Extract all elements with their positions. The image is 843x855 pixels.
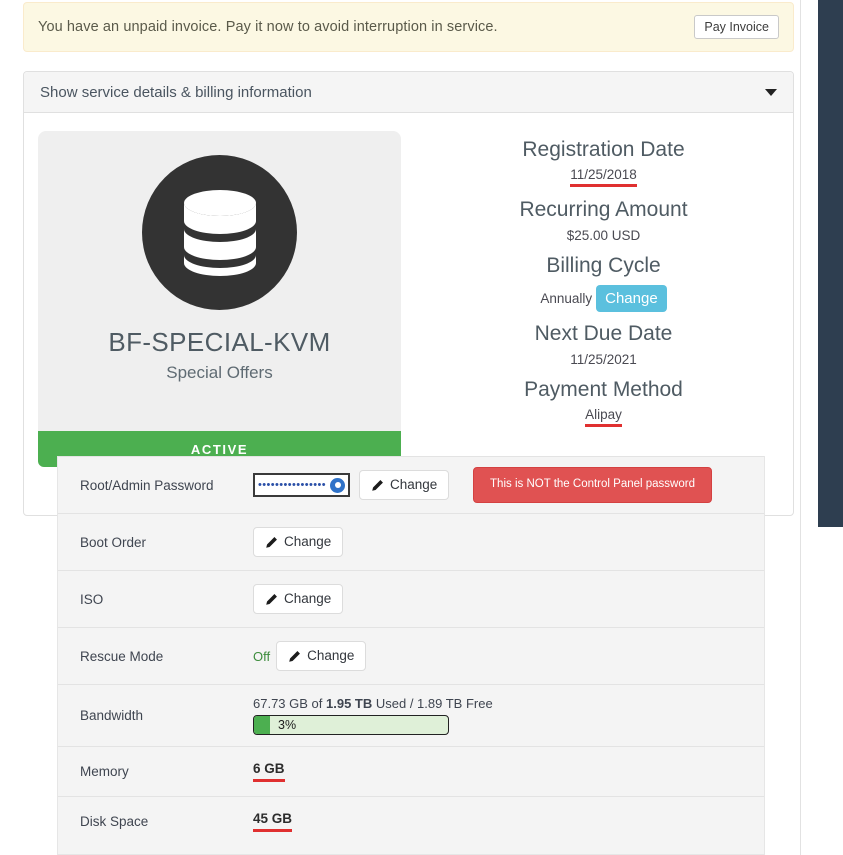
row-label-memory: Memory	[80, 764, 129, 779]
row-label-rescue-mode: Rescue Mode	[80, 648, 164, 664]
row-label-boot-order: Boot Order	[80, 534, 147, 550]
row-control-rescue-mode: Off Change	[253, 641, 742, 671]
row-label-disk-space: Disk Space	[80, 814, 149, 829]
change-iso-label: Change	[284, 591, 332, 607]
password-field[interactable]: ••••••••••••••••	[253, 473, 350, 497]
pencil-icon	[372, 479, 383, 491]
bandwidth-used: 67.73 GB of	[253, 696, 326, 711]
database-icon	[142, 155, 297, 310]
right-sidebar-rail	[818, 0, 843, 527]
bandwidth-free: Used / 1.89 TB Free	[372, 696, 493, 711]
row-control-disk-space: 45 GB	[253, 811, 742, 832]
row-label-root-password: Root/Admin Password	[80, 477, 214, 493]
registration-date-value: 11/25/2018	[570, 167, 637, 188]
row-control-iso: Change	[253, 584, 742, 614]
disk-space-value: 45 GB	[253, 811, 293, 832]
panel-header-title: Show service details & billing informati…	[40, 83, 312, 101]
password-masked-value: ••••••••••••••••	[258, 479, 327, 491]
change-root-password-label: Change	[390, 477, 438, 493]
service-details-panel: Show service details & billing informati…	[23, 71, 794, 516]
change-rescue-mode-button[interactable]: Change	[276, 641, 367, 671]
bandwidth-progress-fill	[254, 716, 270, 734]
billing-info-column: Registration Date 11/25/2018 Recurring A…	[428, 131, 779, 467]
control-panel-password-warning[interactable]: This is NOT the Control Panel password	[473, 467, 712, 503]
product-name: BF-SPECIAL-KVM	[108, 327, 331, 357]
row-label-iso: ISO	[80, 591, 104, 607]
table-row: Root/Admin Password •••••••••••••••• Cha…	[58, 456, 764, 513]
pencil-icon	[289, 650, 301, 662]
bandwidth-progress-label: 3%	[278, 718, 297, 732]
product-group: Special Offers	[166, 363, 273, 382]
product-card-column: BF-SPECIAL-KVM Special Offers ACTIVE	[38, 131, 428, 467]
pencil-icon	[266, 536, 277, 548]
change-rescue-mode-label: Change	[307, 648, 355, 664]
bandwidth-total: 1.95 TB	[326, 696, 373, 711]
recurring-amount-label: Recurring Amount	[519, 198, 688, 222]
table-row: Rescue Mode Off Change	[58, 627, 764, 684]
bandwidth-usage-text: 67.73 GB of 1.95 TB Used / 1.89 TB Free	[253, 696, 493, 711]
change-boot-order-label: Change	[284, 534, 332, 550]
row-control-root-password: •••••••••••••••• Change This is NOT the …	[253, 467, 742, 503]
bandwidth-usage: 67.73 GB of 1.95 TB Used / 1.89 TB Free …	[253, 696, 493, 735]
billing-cycle-row: Annually Change	[428, 285, 779, 313]
next-due-date-label: Next Due Date	[534, 322, 673, 346]
change-boot-order-button[interactable]: Change	[253, 527, 344, 557]
memory-value: 6 GB	[253, 761, 285, 782]
service-settings-table: Root/Admin Password •••••••••••••••• Cha…	[57, 456, 765, 855]
row-control-boot-order: Change	[253, 527, 742, 557]
row-control-bandwidth: 67.73 GB of 1.95 TB Used / 1.89 TB Free …	[253, 696, 742, 735]
product-card: BF-SPECIAL-KVM Special Offers	[38, 131, 401, 431]
pay-invoice-button[interactable]: Pay Invoice	[694, 14, 779, 40]
row-control-memory: 6 GB	[253, 761, 742, 782]
table-row: Disk Space 45 GB	[58, 796, 764, 846]
recurring-amount-value: $25.00 USD	[566, 227, 641, 243]
billing-cycle-label: Billing Cycle	[546, 253, 661, 277]
unpaid-invoice-alert: You have an unpaid invoice. Pay it now t…	[23, 2, 794, 52]
table-row: Boot Order Change	[58, 513, 764, 570]
table-row: Memory 6 GB	[58, 746, 764, 796]
content-divider	[800, 0, 801, 855]
row-label-bandwidth: Bandwidth	[80, 708, 144, 723]
payment-method-value: Alipay	[585, 407, 622, 428]
bandwidth-progress-bar: 3%	[253, 715, 449, 735]
billing-cycle-value: Annually	[540, 291, 593, 307]
change-iso-button[interactable]: Change	[253, 584, 344, 614]
panel-header-toggle[interactable]: Show service details & billing informati…	[24, 72, 793, 113]
rescue-mode-state: Off	[253, 648, 271, 664]
registration-date-label: Registration Date	[522, 138, 685, 161]
table-row: Bandwidth 67.73 GB of 1.95 TB Used / 1.8…	[58, 684, 764, 746]
alert-message: You have an unpaid invoice. Pay it now t…	[38, 19, 498, 35]
page-root: You have an unpaid invoice. Pay it now t…	[0, 0, 843, 855]
pencil-icon	[266, 593, 277, 605]
change-billing-cycle-button[interactable]: Change	[596, 285, 667, 313]
change-root-password-button[interactable]: Change	[359, 470, 450, 500]
next-due-date-value: 11/25/2021	[570, 351, 637, 367]
eye-icon[interactable]	[330, 477, 345, 493]
chevron-down-icon[interactable]	[765, 88, 777, 96]
panel-body: BF-SPECIAL-KVM Special Offers ACTIVE Reg…	[24, 113, 793, 467]
payment-method-label: Payment Method	[524, 377, 683, 401]
table-row: ISO Change	[58, 570, 764, 627]
